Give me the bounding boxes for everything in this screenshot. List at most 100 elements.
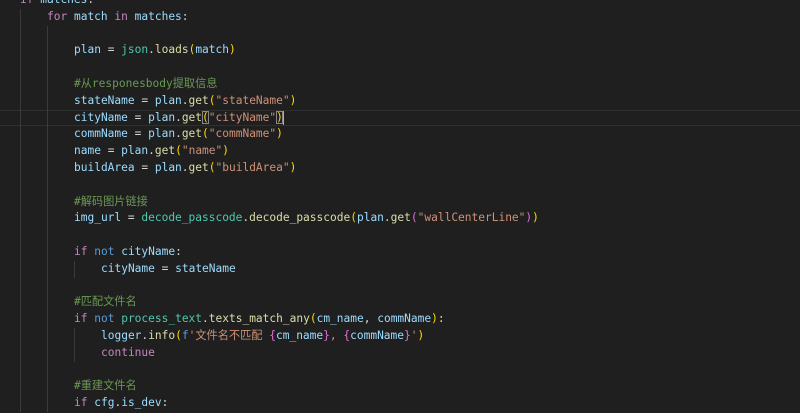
code-token: ): [431, 312, 438, 326]
code-text: if cfg.is_dev:: [74, 395, 168, 412]
code-token: get: [188, 93, 209, 107]
code-token: .: [148, 144, 155, 158]
code-token: =: [134, 160, 155, 174]
indent-guide: [20, 109, 21, 127]
code-token: stateName: [74, 93, 135, 107]
indent-guide: [20, 378, 21, 396]
code-line[interactable]: if not process_text.texts_match_any(cm_n…: [0, 311, 800, 328]
code-token: plan: [148, 110, 176, 124]
code-text: #从responesbody提取信息: [74, 76, 218, 93]
code-line[interactable]: #匹配文件名: [0, 294, 800, 312]
code-line[interactable]: cityName = stateName: [0, 260, 800, 278]
indent-guide: [20, 361, 21, 379]
code-token: decode_passcode: [249, 211, 351, 225]
code-line[interactable]: [0, 176, 800, 194]
code-line[interactable]: logger.info(f'文件名不匹配 {cm_name}, {commNam…: [0, 327, 800, 345]
code-token: info: [148, 328, 176, 342]
code-token: (: [350, 211, 357, 225]
code-token: match: [73, 9, 108, 23]
code-token: #从responesbody提取信息: [74, 76, 218, 90]
indent-guide: [20, 42, 21, 60]
code-line[interactable]: [0, 361, 800, 379]
code-token: .: [175, 110, 182, 124]
indent-guide: [20, 8, 21, 26]
indent-guide: [20, 193, 21, 211]
code-line[interactable]: stateName = plan.get("stateName"): [0, 92, 800, 110]
code-token: .: [181, 93, 189, 107]
code-line[interactable]: #从responesbody提取信息: [0, 75, 800, 93]
indent-guide: [47, 294, 48, 312]
code-token: =: [134, 93, 155, 107]
code-token: {: [269, 328, 276, 342]
code-line[interactable]: cityName = plan.get("cityName"): [0, 109, 800, 127]
indent-guide: [20, 277, 21, 295]
code-line[interactable]: continue: [0, 344, 800, 362]
code-token: get: [188, 160, 209, 174]
code-token: loads: [154, 43, 189, 57]
code-line[interactable]: [0, 227, 800, 244]
code-token: .: [383, 211, 391, 225]
code-token: (: [202, 127, 209, 141]
code-token: =: [154, 261, 176, 275]
code-token: plan: [148, 127, 176, 141]
code-editor[interactable]: if matches:for match in matches: plan = j…: [0, 0, 800, 412]
code-token: process_text: [121, 312, 203, 326]
code-line[interactable]: #重建文件名: [0, 378, 800, 396]
code-text: plan = json.loads(match): [74, 42, 236, 59]
code-token: =: [127, 110, 149, 124]
code-token: continue: [101, 345, 155, 359]
indent-guide: [20, 395, 21, 412]
indent-guide: [47, 25, 48, 43]
code-token: .: [175, 127, 182, 141]
code-line[interactable]: img_url = decode_passcode. decode_passcod…: [0, 210, 800, 228]
code-token: matches: [40, 0, 87, 6]
text-cursor: [282, 110, 284, 125]
code-line[interactable]: [0, 277, 800, 295]
code-line[interactable]: for match in matches:: [0, 8, 800, 26]
indent-guide: [47, 143, 48, 160]
code-token: ,: [329, 328, 344, 342]
code-line[interactable]: #解码图片链接: [0, 193, 800, 211]
code-token: (: [202, 110, 209, 124]
indent-guide: [47, 176, 48, 194]
code-token: in: [114, 9, 128, 23]
code-line[interactable]: commName = plan.get("commName"): [0, 126, 800, 144]
code-text: cityName = stateName: [101, 261, 236, 278]
indent-guide: [20, 327, 21, 345]
code-token: buildArea: [74, 160, 135, 174]
code-text: commName = plan.get("commName"): [74, 126, 283, 143]
indent-guide: [47, 59, 48, 76]
indent-guide: [20, 227, 21, 244]
code-token: #重建文件名: [74, 379, 137, 393]
code-token: img_url: [74, 211, 122, 225]
code-text: name = plan.get("name"): [74, 143, 229, 160]
indent-guide: [47, 92, 48, 110]
code-token: ): [289, 93, 297, 107]
code-token: logger: [101, 328, 142, 342]
code-line[interactable]: [0, 59, 800, 76]
code-token: name: [74, 144, 101, 158]
code-line[interactable]: if not cityName:: [0, 243, 800, 261]
code-token: ): [417, 328, 425, 342]
code-line[interactable]: name = plan.get("name"): [0, 143, 800, 160]
indent-guide: [47, 311, 48, 328]
code-token: (: [208, 160, 216, 174]
code-line[interactable]: [0, 25, 800, 43]
code-token: (: [208, 93, 216, 107]
code-token: (: [309, 312, 317, 326]
indent-guide: [47, 126, 48, 144]
code-line[interactable]: buildArea = plan.get("buildArea"): [0, 159, 800, 177]
code-token: commName: [350, 328, 405, 342]
code-token: is_dev: [121, 396, 162, 410]
code-token: (: [175, 328, 182, 342]
indent-guide: [20, 344, 21, 362]
code-token: json: [121, 43, 149, 57]
code-line[interactable]: plan = json.loads(match): [0, 42, 800, 60]
code-token: "wallCenterLine": [417, 211, 526, 225]
code-token: "name": [181, 144, 223, 158]
indent-guide: [20, 126, 21, 144]
indent-guide: [47, 344, 48, 362]
code-line[interactable]: if cfg.is_dev:: [0, 395, 800, 412]
code-line[interactable]: if matches:: [0, 0, 800, 9]
code-token: }: [323, 328, 330, 342]
